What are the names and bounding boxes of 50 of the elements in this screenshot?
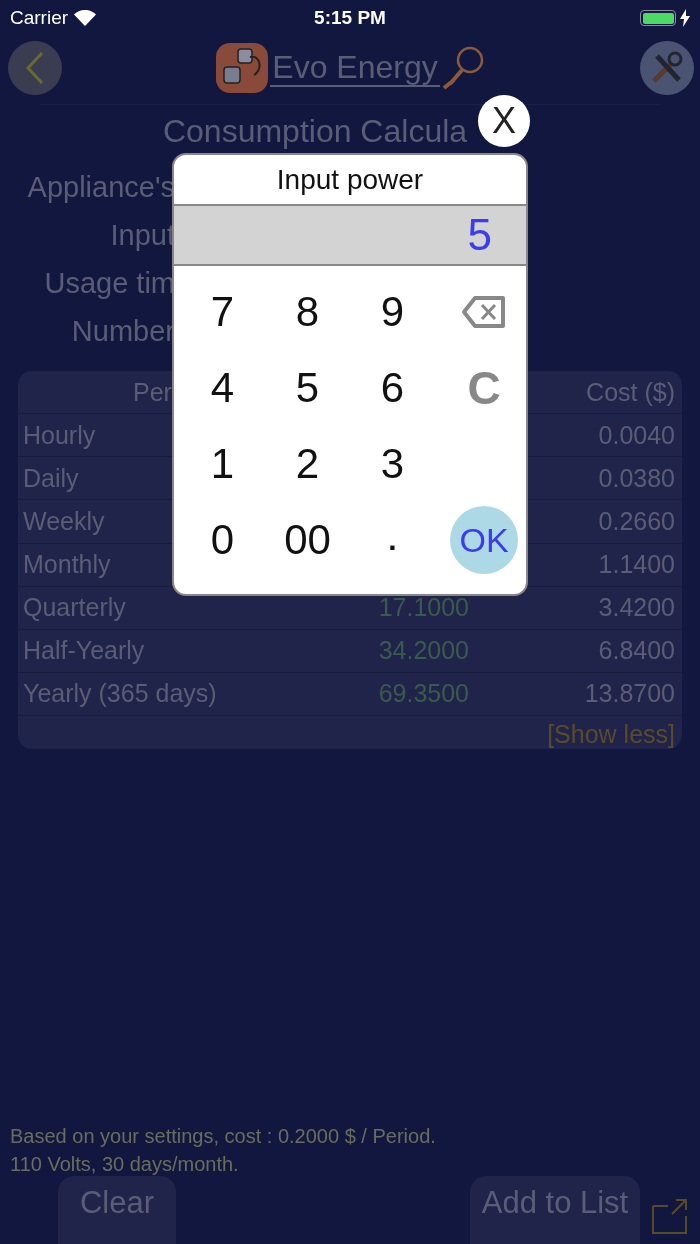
keypad-key[interactable]: 9	[380, 288, 405, 336]
keypad-key[interactable]: 00	[284, 516, 331, 564]
column-header: Cost ($)	[586, 377, 675, 407]
cost-value: 1.1400	[597, 550, 675, 580]
c-key[interactable]: C	[467, 361, 501, 415]
battery-icon	[640, 10, 676, 26]
keypad-key[interactable]: 3	[380, 440, 405, 488]
value-display: 5	[174, 204, 526, 266]
page-title: Consumption Calcula	[162, 113, 468, 149]
keypad-key[interactable]: 0	[210, 516, 235, 564]
period-label: Yearly (365 days)	[23, 679, 217, 709]
keypad-key[interactable]: 4	[210, 364, 235, 412]
period-label: Weekly	[23, 506, 105, 536]
period-label: Half-Yearly	[23, 636, 145, 666]
close-button[interactable]: X	[478, 95, 530, 147]
backspace-icon[interactable]	[461, 295, 507, 329]
decimal-key[interactable]: .	[388, 523, 397, 557]
settings-note: Based on your settings, cost : 0.2000 $ / Period.	[10, 1124, 436, 1149]
period-label: Daily	[23, 463, 79, 493]
cost-value: 0.0040	[597, 420, 675, 450]
keypad-key[interactable]: 6	[380, 364, 405, 412]
settings-button[interactable]	[640, 41, 694, 95]
keypad-key[interactable]: 2	[295, 440, 320, 488]
cost-value: 0.2660	[597, 506, 675, 536]
carrier-label: Carrier	[10, 7, 69, 29]
back-button[interactable]	[8, 41, 62, 95]
column-header: Per	[132, 377, 172, 407]
cost-value: 6.8400	[597, 636, 675, 666]
share-icon[interactable]	[652, 1198, 688, 1234]
ok-button[interactable]: OK	[450, 506, 518, 574]
keypad-key[interactable]: 1	[210, 440, 235, 488]
field-label: Number	[70, 314, 175, 349]
clock: 5:15 PM	[314, 7, 386, 29]
cost-value: 3.4200	[597, 593, 675, 623]
period-label: Monthly	[23, 550, 111, 580]
logo-text: Evo Energy	[270, 49, 440, 87]
settings-note: 110 Volts, 30 days/month.	[10, 1152, 240, 1177]
plug-icon	[216, 41, 271, 95]
field-label: Input	[109, 218, 175, 253]
wifi-icon	[74, 10, 97, 26]
cost-value: 0.0380	[597, 463, 675, 493]
field-label: Appliance's	[26, 170, 175, 205]
period-label: Hourly	[23, 420, 96, 450]
keypad-key[interactable]: 8	[295, 288, 320, 336]
period-label: Quarterly	[23, 593, 126, 623]
cost-value: 13.8700	[583, 679, 675, 709]
chevron-icon	[25, 51, 45, 85]
keypad-key[interactable]: 5	[295, 364, 320, 412]
dialog-title: Input power	[275, 163, 425, 197]
keypad-key[interactable]: 7	[210, 288, 235, 336]
